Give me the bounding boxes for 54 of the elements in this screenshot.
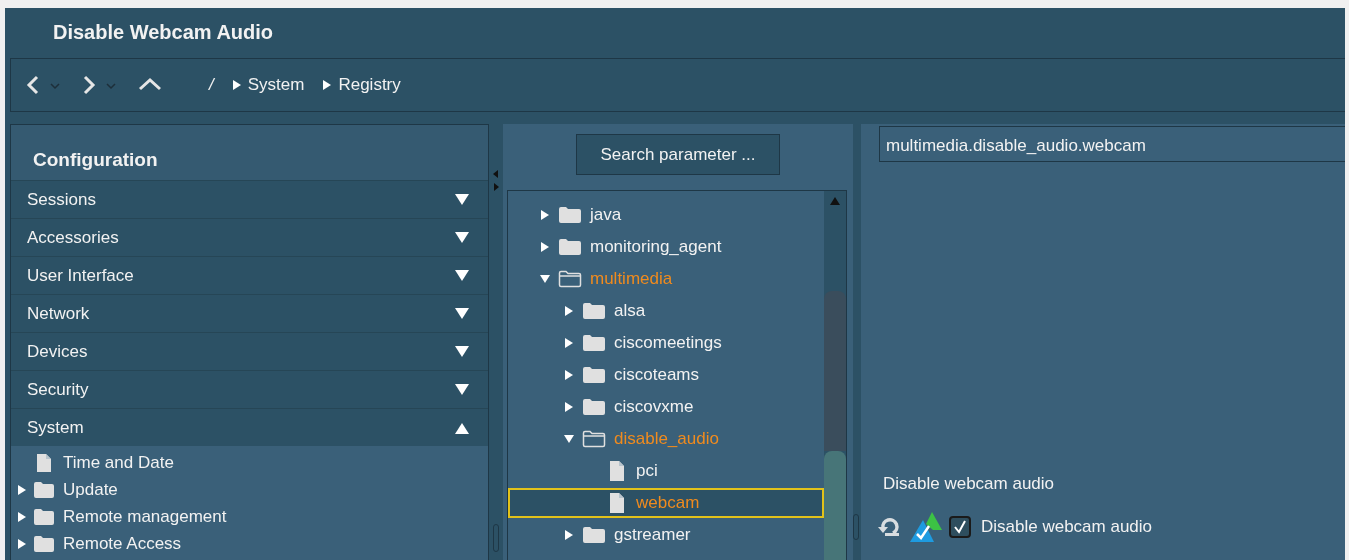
mountain-logo-icon: [909, 510, 943, 544]
folder-icon: [33, 534, 55, 553]
folder-icon: [33, 507, 55, 526]
folder-icon: [33, 480, 55, 499]
arrow-icon: [322, 79, 333, 91]
accordion-section[interactable]: Network: [11, 294, 488, 332]
open-folder-icon: [582, 430, 606, 448]
accordion-section[interactable]: Sessions: [11, 180, 488, 218]
expand-arrow-icon: [454, 230, 470, 245]
folder-icon: [582, 302, 606, 320]
splitter-grip[interactable]: [493, 524, 499, 552]
tree-item[interactable]: java: [508, 200, 824, 230]
tree-item[interactable]: Remote Access: [11, 530, 488, 557]
folder-icon: [582, 366, 606, 384]
folder-icon: [558, 238, 582, 256]
accordion-section[interactable]: Security: [11, 370, 488, 408]
accordion-section[interactable]: Accessories: [11, 218, 488, 256]
sidebar-title: Configuration: [11, 125, 488, 180]
folder-icon: [582, 334, 606, 352]
breadcrumb-root[interactable]: /: [209, 75, 214, 95]
tree-item[interactable]: ciscoteams: [508, 360, 824, 390]
tree-item[interactable]: ciscovxme: [508, 392, 824, 422]
parameter-description: Disable webcam audio: [883, 474, 1056, 494]
arrow-icon: [231, 79, 242, 91]
open-folder-icon: [558, 270, 582, 288]
expand-arrow-icon: [454, 268, 470, 283]
tree-item[interactable]: ciscomeetings: [508, 328, 824, 358]
expand-arrow-icon: [454, 344, 470, 359]
expand-arrow-icon: [454, 192, 470, 207]
breadcrumb-item[interactable]: System: [247, 75, 305, 95]
scrollbar[interactable]: [824, 191, 846, 560]
tree-item[interactable]: Remote management: [11, 503, 488, 530]
breadcrumb-item[interactable]: Registry: [338, 75, 401, 95]
tree-item[interactable]: gstreamer: [508, 520, 824, 550]
splitter-grip[interactable]: [853, 514, 859, 540]
tree-item[interactable]: Update: [11, 476, 488, 503]
path-field[interactable]: multimedia.disable_audio.webcam: [879, 126, 1345, 162]
accordion-section[interactable]: User Interface: [11, 256, 488, 294]
folder-icon: [582, 398, 606, 416]
checkbox[interactable]: [949, 516, 971, 538]
checkbox-label[interactable]: Disable webcam audio: [981, 517, 1153, 537]
tree-item[interactable]: pci: [508, 456, 824, 486]
window-title: Disable Webcam Audio: [52, 20, 275, 45]
expand-arrow-icon: [454, 382, 470, 397]
tree-item[interactable]: monitoring_agent: [508, 232, 824, 262]
tree-item[interactable]: alsa: [508, 296, 824, 326]
search-parameter-button[interactable]: Search parameter ...: [576, 134, 780, 175]
folder-icon: [582, 526, 606, 544]
accordion-section[interactable]: Devices: [11, 332, 488, 370]
tree-item[interactable]: Time and Date: [11, 449, 488, 476]
accordion-section[interactable]: System: [11, 408, 488, 446]
tree-item[interactable]: webcam: [508, 488, 824, 518]
folder-icon: [558, 206, 582, 224]
expand-arrow-icon: [454, 306, 470, 321]
